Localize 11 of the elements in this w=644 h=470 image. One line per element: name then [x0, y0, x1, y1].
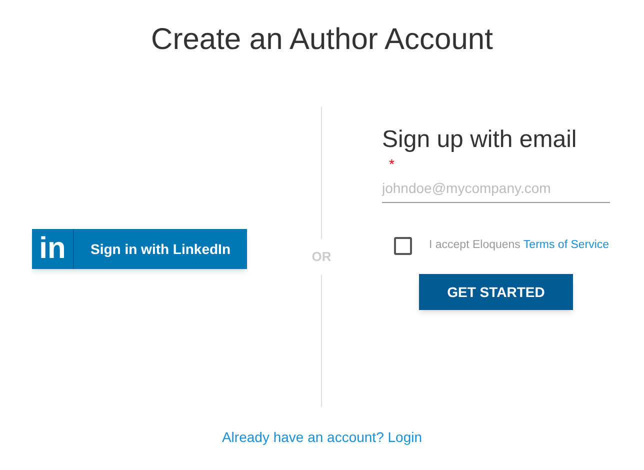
linkedin-button[interactable]: in Sign in with LinkedIn: [32, 229, 247, 269]
required-mark: *: [389, 157, 394, 171]
page-title: Create an Author Account: [151, 22, 493, 58]
email-field[interactable]: johndoe@mycompany.com: [382, 173, 610, 203]
get-started-button[interactable]: GET STARTED: [419, 274, 573, 310]
terms-text: I accept Eloquens: [429, 238, 520, 254]
form-heading: Sign up with email: [382, 125, 577, 155]
terms-checkbox[interactable]: [394, 237, 412, 255]
linkedin-logo: in: [32, 229, 74, 269]
login-link[interactable]: Already have an account? Login: [222, 427, 422, 448]
terms-link[interactable]: Terms of Service: [523, 237, 610, 255]
